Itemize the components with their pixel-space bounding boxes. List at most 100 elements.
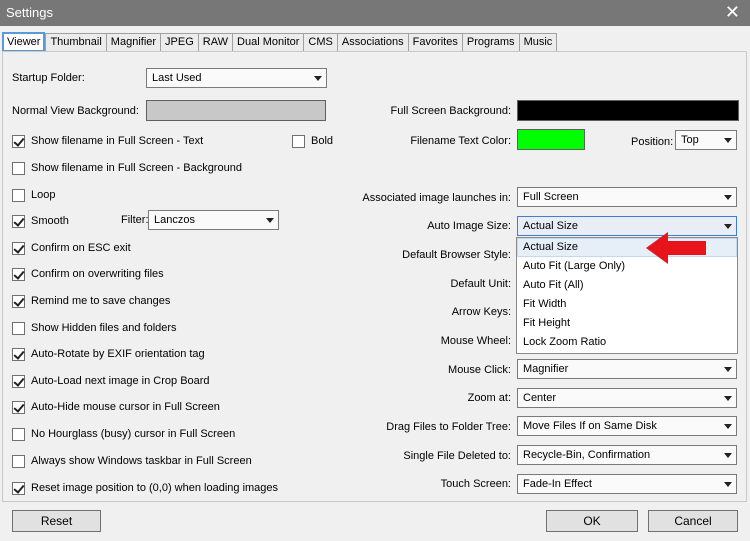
filename-text-color-swatch[interactable] bbox=[517, 129, 585, 150]
checkbox[interactable] bbox=[12, 321, 25, 335]
tab-associations[interactable]: Associations bbox=[336, 33, 408, 52]
checkbox[interactable] bbox=[12, 134, 25, 148]
tab-dual-monitor[interactable]: Dual Monitor bbox=[232, 33, 304, 52]
checkbox-label: Loop bbox=[31, 189, 56, 201]
full-screen-bg-label: Full Screen Background: bbox=[390, 105, 511, 117]
checkbox-row[interactable]: Remind me to save changes bbox=[12, 293, 170, 309]
checkbox-row[interactable]: Auto-Rotate by EXIF orientation tag bbox=[12, 346, 205, 362]
chevron-down-icon bbox=[724, 367, 732, 372]
checkbox[interactable] bbox=[12, 454, 25, 468]
checkbox-row[interactable]: Show Hidden files and folders bbox=[12, 320, 177, 336]
assoc-launch-value: Full Screen bbox=[523, 191, 579, 203]
chevron-down-icon bbox=[724, 195, 732, 200]
checkbox[interactable] bbox=[12, 374, 25, 388]
chevron-down-icon bbox=[724, 453, 732, 458]
checkbox[interactable] bbox=[12, 161, 25, 175]
checkbox[interactable] bbox=[12, 400, 25, 414]
zoom-at-label: Zoom at: bbox=[467, 392, 511, 404]
checkbox-label: Confirm on ESC exit bbox=[31, 242, 131, 254]
checkbox[interactable] bbox=[12, 427, 25, 441]
tab-programs[interactable]: Programs bbox=[461, 33, 519, 52]
ok-button[interactable]: OK bbox=[546, 510, 638, 532]
chevron-down-icon bbox=[724, 138, 732, 143]
default-unit-label: Default Unit: bbox=[450, 278, 511, 290]
checkbox-row[interactable]: Loop bbox=[12, 187, 55, 203]
bold-checkbox[interactable] bbox=[292, 134, 305, 148]
assoc-launch-select[interactable]: Full Screen bbox=[517, 187, 737, 207]
chevron-down-icon bbox=[724, 396, 732, 401]
filter-label: Filter: bbox=[121, 214, 149, 226]
close-icon[interactable]: ✕ bbox=[725, 2, 740, 22]
checkbox-row[interactable]: Confirm on ESC exit bbox=[12, 240, 131, 256]
red-arrow-annotation-icon bbox=[646, 232, 706, 264]
drag-files-select[interactable]: Move Files If on Same Disk bbox=[517, 416, 737, 436]
position-value: Top bbox=[681, 134, 699, 146]
checkbox-label: Smooth bbox=[31, 215, 69, 227]
checkbox-label: Show Hidden files and folders bbox=[31, 322, 177, 334]
cancel-button[interactable]: Cancel bbox=[648, 510, 738, 532]
checkbox[interactable] bbox=[12, 481, 25, 495]
checkbox-label: Auto-Hide mouse cursor in Full Screen bbox=[31, 401, 220, 413]
tab-favorites[interactable]: Favorites bbox=[407, 33, 462, 52]
tab-strip: Viewer Thumbnail Magnifier JPEG RAW Dual… bbox=[2, 32, 558, 52]
filename-text-color-label: Filename Text Color: bbox=[410, 135, 511, 147]
filter-select[interactable]: Lanczos bbox=[148, 210, 279, 230]
checkbox-row[interactable]: Reset image position to (0,0) when loadi… bbox=[12, 480, 278, 496]
checkbox[interactable] bbox=[12, 188, 25, 202]
window-title: Settings bbox=[6, 5, 53, 20]
chevron-down-icon bbox=[266, 218, 274, 223]
full-screen-bg-color-swatch[interactable] bbox=[517, 100, 739, 121]
dropdown-option[interactable]: Auto Fit (All) bbox=[517, 276, 737, 295]
single-file-deleted-select[interactable]: Recycle-Bin, Confirmation bbox=[517, 445, 737, 465]
checkbox-label: Reset image position to (0,0) when loadi… bbox=[31, 482, 279, 494]
single-file-deleted-value: Recycle-Bin, Confirmation bbox=[523, 449, 651, 461]
bold-label: Bold bbox=[311, 135, 334, 147]
single-file-deleted-label: Single File Deleted to: bbox=[403, 450, 511, 462]
checkbox-row[interactable]: Auto-Load next image in Crop Board bbox=[12, 373, 210, 389]
checkbox-row[interactable]: Always show Windows taskbar in Full Scre… bbox=[12, 453, 252, 469]
checkbox[interactable] bbox=[12, 214, 25, 228]
zoom-at-select[interactable]: Center bbox=[517, 388, 737, 408]
dropdown-option[interactable]: Lock Zoom Ratio bbox=[517, 333, 737, 352]
tab-music[interactable]: Music bbox=[518, 33, 558, 52]
startup-folder-value: Last Used bbox=[152, 72, 202, 84]
dropdown-option[interactable]: Fit Width bbox=[517, 295, 737, 314]
chevron-down-icon bbox=[724, 424, 732, 429]
red-arrow-shape bbox=[646, 232, 706, 264]
checkbox-row[interactable]: Confirm on overwriting files bbox=[12, 266, 164, 282]
tab-jpeg[interactable]: JPEG bbox=[160, 33, 198, 52]
position-select[interactable]: Top bbox=[675, 130, 737, 150]
tab-raw[interactable]: RAW bbox=[197, 33, 233, 52]
assoc-launch-label: Associated image launches in: bbox=[362, 192, 511, 204]
checkbox[interactable] bbox=[12, 267, 25, 281]
checkbox-row[interactable]: Auto-Hide mouse cursor in Full Screen bbox=[12, 399, 220, 415]
tab-magnifier[interactable]: Magnifier bbox=[105, 33, 161, 52]
checkbox[interactable] bbox=[12, 294, 25, 308]
filter-value: Lanczos bbox=[154, 214, 195, 226]
mouse-click-select[interactable]: Magnifier bbox=[517, 359, 737, 379]
tab-cms[interactable]: CMS bbox=[303, 33, 337, 52]
checkbox-row[interactable]: Show filename in Full Screen - Text bbox=[12, 133, 203, 149]
dropdown-option[interactable]: Fit Height bbox=[517, 314, 737, 333]
drag-files-label: Drag Files to Folder Tree: bbox=[386, 421, 511, 433]
checkbox[interactable] bbox=[12, 347, 25, 361]
drag-files-value: Move Files If on Same Disk bbox=[523, 420, 657, 432]
checkbox-label: Confirm on overwriting files bbox=[31, 268, 164, 280]
chevron-down-icon bbox=[314, 76, 322, 81]
tab-viewer[interactable]: Viewer bbox=[2, 32, 46, 52]
mouse-click-value: Magnifier bbox=[523, 363, 569, 375]
checkbox-label: Always show Windows taskbar in Full Scre… bbox=[31, 455, 252, 467]
startup-folder-label: Startup Folder: bbox=[12, 72, 85, 84]
touch-screen-select[interactable]: Fade-In Effect bbox=[517, 474, 737, 494]
startup-folder-select[interactable]: Last Used bbox=[146, 68, 327, 88]
tab-thumbnail[interactable]: Thumbnail bbox=[45, 33, 106, 52]
checkbox-row[interactable]: Show filename in Full Screen - Backgroun… bbox=[12, 160, 242, 176]
normal-bg-label: Normal View Background: bbox=[12, 105, 139, 117]
checkbox-row[interactable]: No Hourglass (busy) cursor in Full Scree… bbox=[12, 426, 235, 442]
normal-bg-color-swatch[interactable] bbox=[146, 100, 326, 121]
checkbox-row[interactable]: Smooth bbox=[12, 213, 69, 229]
reset-button[interactable]: Reset bbox=[12, 510, 101, 532]
chevron-down-icon bbox=[724, 224, 732, 229]
bold-checkbox-row[interactable]: Bold bbox=[292, 133, 333, 149]
checkbox[interactable] bbox=[12, 241, 25, 255]
